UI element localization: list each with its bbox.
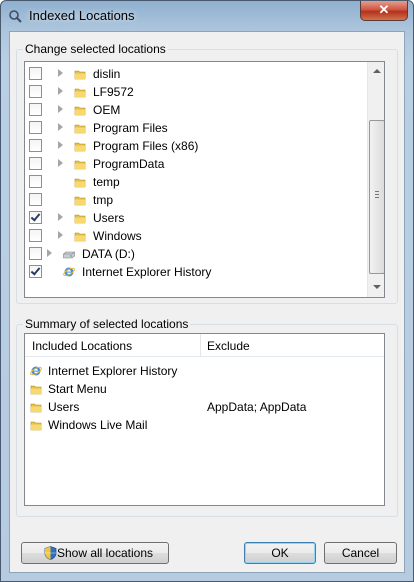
scrollbar-grip: [375, 194, 379, 196]
summary-list-header: Included Locations Exclude: [25, 334, 384, 357]
tree-item-label: temp: [93, 175, 120, 189]
scrollbar-grip: [375, 191, 379, 193]
folder-icon: [74, 160, 86, 170]
summary-row[interactable]: Start Menu: [25, 380, 384, 398]
expand-arrow-icon[interactable]: [47, 249, 52, 257]
column-header-exclude[interactable]: Exclude: [207, 339, 250, 353]
scroll-down-arrow-icon[interactable]: [373, 285, 381, 289]
dialog-client-area: Change selected locations dislin LF9572 OE…: [9, 31, 405, 573]
folder-icon: [74, 106, 86, 116]
tree-item-checkbox[interactable]: [29, 139, 42, 152]
tree-item-checkbox[interactable]: [29, 121, 42, 134]
tree-item[interactable]: Program Files (x86): [25, 137, 365, 155]
tree-item-checkbox[interactable]: [29, 193, 42, 206]
tree-item[interactable]: tmp: [25, 191, 365, 209]
folder-icon: [74, 142, 86, 152]
folder-icon: [74, 70, 86, 80]
tree-item-label: LF9572: [93, 85, 134, 99]
summary-row[interactable]: Users AppData; AppData: [25, 398, 384, 416]
expand-arrow-icon[interactable]: [58, 141, 63, 149]
included-location-cell: Internet Explorer History: [48, 364, 178, 378]
tree-item[interactable]: Windows: [25, 227, 365, 245]
expand-arrow-icon[interactable]: [58, 105, 63, 113]
tree-item-checkbox[interactable]: [29, 175, 42, 188]
folder-icon: [74, 178, 86, 188]
folder-icon: [74, 214, 86, 224]
folder-icon: [30, 385, 42, 395]
tree-item-label: Users: [93, 211, 125, 225]
close-button[interactable]: ✕: [360, 1, 408, 21]
tree-item[interactable]: ProgramData: [25, 155, 365, 173]
tree-item-checkbox[interactable]: [29, 229, 42, 242]
ie-icon: [63, 267, 75, 277]
exclude-cell: AppData; AppData: [207, 400, 307, 414]
tree-item-label: OEM: [93, 103, 121, 117]
summary-row[interactable]: Windows Live Mail: [25, 416, 384, 434]
expand-arrow-icon[interactable]: [58, 213, 63, 221]
scrollbar-thumb[interactable]: [369, 120, 384, 274]
tree-item-label: Program Files (x86): [93, 139, 199, 153]
tree-item[interactable]: Internet Explorer History: [25, 263, 365, 281]
indexing-options-icon: [9, 10, 22, 23]
column-separator[interactable]: [200, 334, 201, 356]
tree-item-checkbox[interactable]: [29, 67, 42, 80]
tree-item[interactable]: LF9572: [25, 83, 365, 101]
folder-icon: [74, 232, 86, 242]
tree-item-label: dislin: [93, 67, 121, 81]
folder-icon: [30, 403, 42, 413]
ok-button[interactable]: OK: [244, 542, 316, 564]
indexed-locations-window: Indexed Locations ✕ Change selected loca…: [0, 0, 414, 582]
folder-icon: [74, 88, 86, 98]
expand-arrow-icon[interactable]: [58, 69, 63, 77]
tree-item-checkbox[interactable]: [29, 157, 42, 170]
included-location-cell: Start Menu: [48, 382, 107, 396]
expand-arrow-icon[interactable]: [58, 159, 63, 167]
included-location-cell: Users: [48, 400, 80, 414]
tree-item-label: ProgramData: [93, 157, 165, 171]
tree-item[interactable]: temp: [25, 173, 365, 191]
expand-arrow-icon[interactable]: [58, 231, 63, 239]
expand-arrow-icon[interactable]: [58, 87, 63, 95]
tree-item-label: Program Files: [93, 121, 168, 135]
tree-item[interactable]: OEM: [25, 101, 365, 119]
tree-item[interactable]: DATA (D:): [25, 245, 365, 263]
tree-vertical-scrollbar[interactable]: [367, 62, 384, 297]
tree-item[interactable]: Users: [25, 209, 365, 227]
tree-item[interactable]: Program Files: [25, 119, 365, 137]
tree-item-label: Windows: [93, 229, 142, 243]
tree-item-checkbox[interactable]: [29, 265, 42, 278]
locations-tree[interactable]: dislin LF9572 OEM Program Files Program File…: [24, 61, 385, 298]
window-title: Indexed Locations: [29, 8, 135, 23]
column-header-included[interactable]: Included Locations: [32, 339, 132, 353]
included-location-cell: Windows Live Mail: [48, 418, 148, 432]
tree-item-checkbox[interactable]: [29, 103, 42, 116]
drive-icon: [63, 251, 75, 259]
uac-shield-icon: [44, 546, 57, 560]
tree-item-label: Internet Explorer History: [82, 265, 212, 279]
folder-icon: [74, 124, 86, 134]
expand-arrow-icon[interactable]: [58, 123, 63, 131]
show-all-locations-label: Show all locations: [56, 546, 154, 560]
tree-item-label: DATA (D:): [82, 247, 135, 261]
tree-item-checkbox[interactable]: [29, 211, 42, 224]
summary-label: Summary of selected locations: [23, 317, 191, 331]
tree-item-label: tmp: [93, 193, 114, 207]
folder-icon: [30, 421, 42, 431]
show-all-locations-button[interactable]: Show all locations: [21, 542, 169, 564]
folder-icon: [74, 196, 86, 206]
tree-item-checkbox[interactable]: [29, 247, 42, 260]
cancel-button[interactable]: Cancel: [324, 542, 397, 564]
tree-item[interactable]: dislin: [25, 65, 365, 83]
summary-row[interactable]: Internet Explorer History: [25, 362, 384, 380]
change-locations-label: Change selected locations: [23, 42, 168, 56]
summary-list[interactable]: Included Locations Exclude Internet Expl…: [24, 333, 385, 506]
scroll-up-arrow-icon[interactable]: [373, 69, 381, 73]
scrollbar-grip: [375, 197, 379, 199]
tree-item-checkbox[interactable]: [29, 85, 42, 98]
ie-icon: [30, 366, 42, 376]
title-bar[interactable]: Indexed Locations ✕: [1, 1, 413, 31]
